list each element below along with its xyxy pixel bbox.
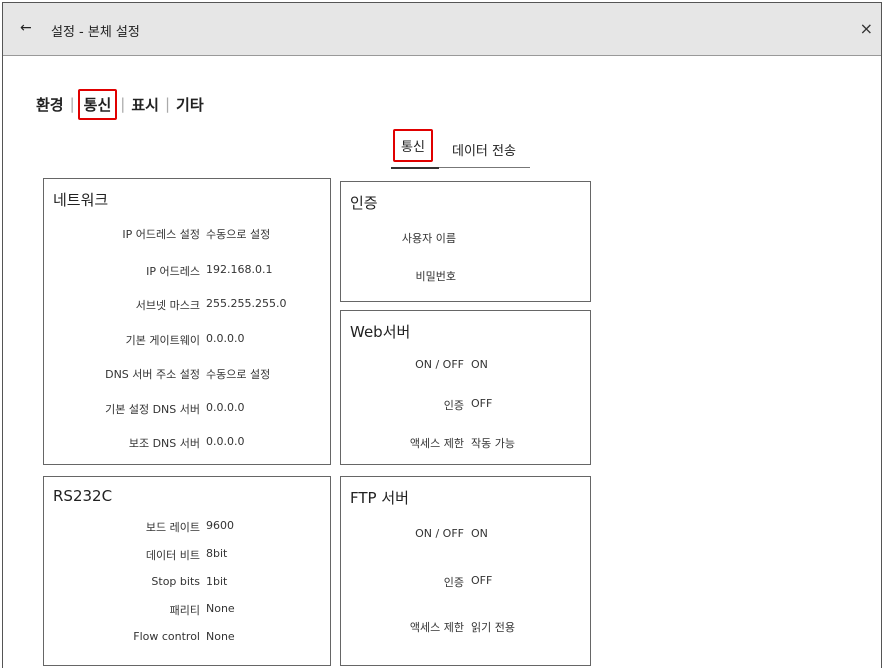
- web-auth-label: 인증: [443, 399, 464, 412]
- ftp-onoff-label: ON / OFF: [415, 527, 464, 540]
- tab-environment[interactable]: 환경: [33, 94, 67, 115]
- window-title: 설정 - 본체 설정: [51, 25, 140, 40]
- active-subtab-underline: [391, 167, 439, 169]
- baud-rate-value[interactable]: 9600: [206, 519, 234, 532]
- settings-window: ← 설정 - 본체 설정 × 환경 | 통신 | 표시 | 기타 통신 데이터 …: [2, 2, 882, 668]
- subtab-communication[interactable]: 통신: [393, 129, 433, 162]
- data-bits-label: 데이터 비트: [145, 549, 200, 562]
- web-access-label: 액세스 제한: [409, 437, 464, 450]
- ftp-server-panel: FTP 서버 ON / OFF ON 인증 OFF 액세스 제한 읽기 전용: [340, 476, 591, 666]
- subnet-mask-value[interactable]: 255.255.255.0: [206, 297, 286, 310]
- gateway-label: 기본 게이트웨이: [125, 334, 200, 347]
- ip-setting-value[interactable]: 수동으로 설정: [206, 226, 270, 242]
- web-server-panel-title: Web서버: [350, 323, 411, 341]
- web-auth-value[interactable]: OFF: [471, 397, 492, 410]
- tab-communication[interactable]: 통신: [77, 88, 118, 120]
- subtab-data-transfer[interactable]: 데이터 전송: [452, 140, 516, 159]
- ftp-access-value[interactable]: 읽기 전용: [471, 619, 515, 635]
- parity-label: 패리티: [169, 604, 200, 617]
- tab-separator: |: [164, 95, 171, 113]
- rs232c-panel: RS232C 보드 레이트 9600 데이터 비트 8bit Stop bits…: [43, 476, 331, 666]
- web-access-value[interactable]: 작동 가능: [471, 435, 515, 451]
- ftp-auth-label: 인증: [443, 576, 464, 589]
- category-tabs: 환경 | 통신 | 표시 | 기타: [33, 88, 207, 120]
- tab-display[interactable]: 표시: [128, 94, 162, 115]
- tab-separator: |: [120, 95, 126, 113]
- primary-dns-value[interactable]: 0.0.0.0: [206, 401, 244, 414]
- sub-tabs: 통신 데이터 전송: [391, 127, 530, 169]
- stop-bits-value[interactable]: 1bit: [206, 575, 227, 588]
- flow-control-label: Flow control: [133, 630, 200, 643]
- ip-address-value[interactable]: 192.168.0.1: [206, 263, 272, 276]
- tab-other[interactable]: 기타: [173, 94, 207, 115]
- ip-setting-label: IP 어드레스 설정: [122, 228, 200, 241]
- ip-address-label: IP 어드레스: [146, 265, 200, 278]
- subnet-mask-label: 서브넷 마스크: [135, 299, 200, 312]
- network-panel-title: 네트워크: [53, 191, 109, 209]
- close-icon[interactable]: ×: [860, 19, 873, 38]
- back-arrow-icon[interactable]: ←: [20, 20, 32, 36]
- gateway-value[interactable]: 0.0.0.0: [206, 332, 244, 345]
- primary-dns-label: 기본 설정 DNS 서버: [105, 403, 200, 416]
- username-label: 사용자 이름: [401, 232, 456, 245]
- baud-rate-label: 보드 레이트: [145, 521, 200, 534]
- ftp-access-label: 액세스 제한: [409, 621, 464, 634]
- web-onoff-label: ON / OFF: [415, 358, 464, 371]
- stop-bits-label: Stop bits: [151, 575, 200, 588]
- flow-control-value[interactable]: None: [206, 630, 235, 643]
- title-bar: ← 설정 - 본체 설정 ×: [3, 3, 881, 56]
- tab-separator: |: [69, 95, 75, 113]
- secondary-dns-value[interactable]: 0.0.0.0: [206, 435, 244, 448]
- network-panel: 네트워크 IP 어드레스 설정 수동으로 설정 IP 어드레스 192.168.…: [43, 178, 331, 465]
- password-label: 비밀번호: [415, 270, 456, 283]
- auth-panel-title: 인증: [350, 194, 378, 212]
- ftp-server-panel-title: FTP 서버: [350, 489, 409, 507]
- parity-value[interactable]: None: [206, 602, 235, 615]
- auth-panel: 인증 사용자 이름 비밀번호: [340, 181, 591, 302]
- dns-setting-value[interactable]: 수동으로 설정: [206, 366, 270, 382]
- ftp-onoff-value[interactable]: ON: [471, 527, 488, 540]
- web-server-panel: Web서버 ON / OFF ON 인증 OFF 액세스 제한 작동 가능: [340, 310, 591, 465]
- rs232c-panel-title: RS232C: [53, 487, 113, 505]
- web-onoff-value[interactable]: ON: [471, 358, 488, 371]
- secondary-dns-label: 보조 DNS 서버: [128, 437, 200, 450]
- data-bits-value[interactable]: 8bit: [206, 547, 227, 560]
- dns-setting-label: DNS 서버 주소 설정: [105, 368, 200, 381]
- ftp-auth-value[interactable]: OFF: [471, 574, 492, 587]
